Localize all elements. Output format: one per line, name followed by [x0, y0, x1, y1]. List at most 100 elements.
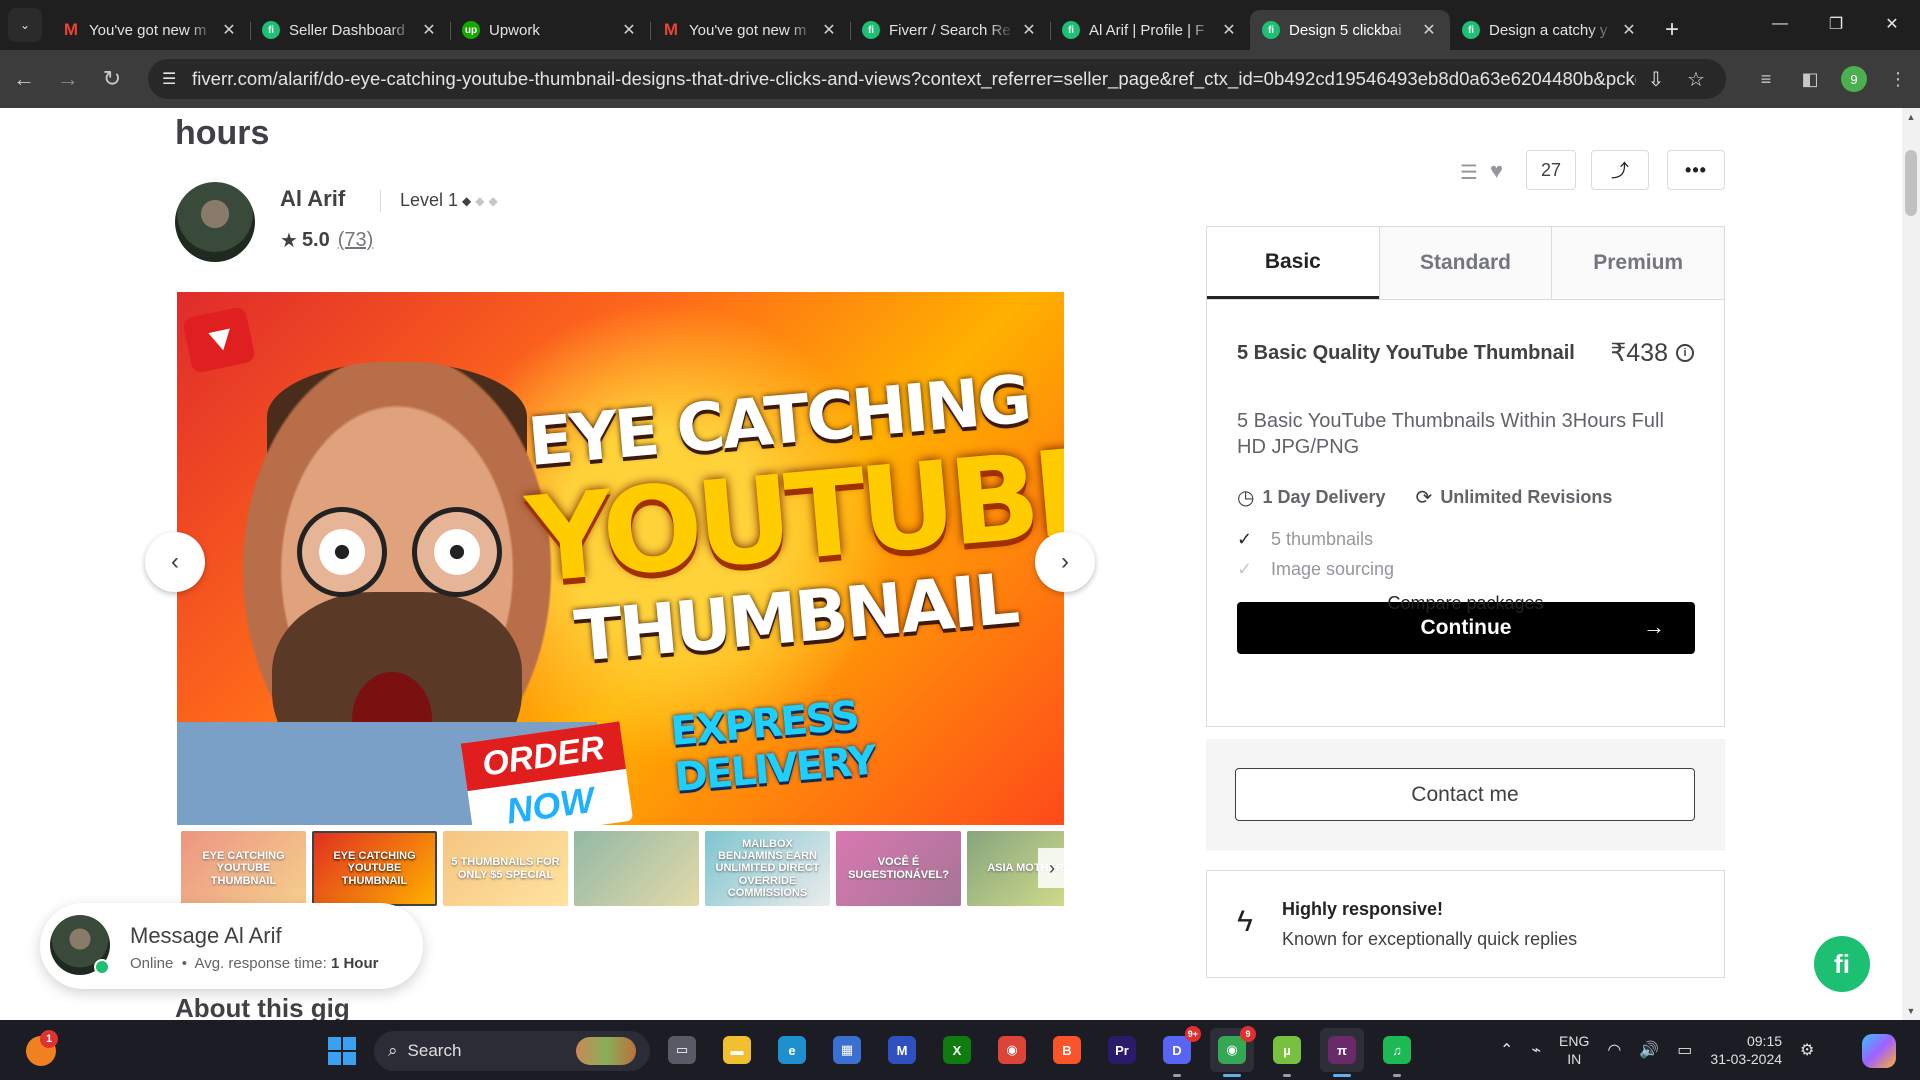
- browser-tab[interactable]: fi Design a catchy y ✕: [1450, 10, 1650, 50]
- wifi-icon[interactable]: ◠: [1607, 1040, 1621, 1060]
- close-tab-icon[interactable]: ✕: [1420, 20, 1438, 40]
- microsoft-store-taskbar-button[interactable]: ▦: [825, 1028, 869, 1072]
- gallery-thumbnail[interactable]: EYE CATCHING YOUTUBE THUMBNAIL: [181, 831, 306, 906]
- clock[interactable]: 09:15 31-03-2024: [1710, 1032, 1782, 1068]
- new-tab-button[interactable]: +: [1654, 10, 1690, 50]
- browser-menu-button[interactable]: ⋮: [1876, 59, 1920, 99]
- app-blue-taskbar-button[interactable]: M: [880, 1028, 924, 1072]
- close-tab-icon[interactable]: ✕: [420, 20, 438, 40]
- minimize-button[interactable]: —: [1752, 0, 1808, 48]
- url-text[interactable]: fiverr.com/alarif/do-eye-catching-youtub…: [192, 68, 1636, 90]
- browser-tab[interactable]: M You've got new m ✕: [50, 10, 250, 50]
- forward-button[interactable]: →: [48, 59, 88, 99]
- spotify-icon: ♫: [1383, 1036, 1411, 1064]
- thumbnails-next-button[interactable]: ›: [1038, 848, 1066, 888]
- scroll-thumb[interactable]: [1905, 150, 1917, 216]
- browser-tab[interactable]: fi Al Arif | Profile | F ✕: [1050, 10, 1250, 50]
- language-indicator[interactable]: ENG IN: [1559, 1032, 1589, 1068]
- gallery-prev-button[interactable]: ‹: [145, 532, 205, 592]
- thumbnail-headline: EYE CATCHING YOUTUBE THUMBNAIL: [516, 360, 1064, 681]
- page-scrollbar[interactable]: ▲ ▼: [1902, 108, 1920, 1020]
- address-bar[interactable]: ☰ fiverr.com/alarif/do-eye-catching-yout…: [148, 59, 1726, 99]
- file-explorer-taskbar-button[interactable]: ▬: [715, 1028, 759, 1072]
- browser-tab[interactable]: fi Seller Dashboard ✕: [250, 10, 450, 50]
- profile-button[interactable]: 9: [1832, 59, 1876, 99]
- search-highlight-image: [576, 1037, 636, 1065]
- task-view-taskbar-button[interactable]: ▭: [660, 1028, 704, 1072]
- package-tab-premium[interactable]: Premium: [1551, 227, 1725, 299]
- start-button[interactable]: [328, 1037, 356, 1065]
- close-window-button[interactable]: ✕: [1864, 0, 1920, 48]
- restore-button[interactable]: ❐: [1808, 0, 1864, 48]
- widgets-button[interactable]: 1: [24, 1030, 60, 1068]
- more-options-button[interactable]: •••: [1667, 150, 1725, 190]
- gallery-thumbnail[interactable]: VOCÊ É SUGESTIONÁVEL?: [836, 831, 961, 906]
- pi-network-taskbar-button[interactable]: π: [1320, 1028, 1364, 1077]
- xbox-icon: X: [943, 1036, 971, 1064]
- tab-search-menu-button[interactable]: ⌄: [8, 8, 42, 42]
- edge-taskbar-button[interactable]: e: [770, 1028, 814, 1072]
- clock-time: 09:15: [1746, 1033, 1783, 1049]
- info-icon[interactable]: i: [1676, 344, 1694, 362]
- media-controls-icon[interactable]: ≡: [1744, 59, 1788, 99]
- tray-overflow-icon[interactable]: ⌃: [1500, 1040, 1513, 1060]
- seller-name-link[interactable]: Al Arif: [280, 186, 345, 212]
- close-tab-icon[interactable]: ✕: [620, 20, 638, 40]
- gig-gallery-image[interactable]: EYE CATCHING YOUTUBE THUMBNAIL EXPRESS D…: [177, 292, 1064, 825]
- close-tab-icon[interactable]: ✕: [1620, 20, 1638, 40]
- close-tab-icon[interactable]: ✕: [220, 20, 238, 40]
- brave-taskbar-button[interactable]: B: [1045, 1028, 1089, 1072]
- heart-icon[interactable]: ♥: [1490, 158, 1503, 184]
- collections-icon[interactable]: ☰: [1460, 160, 1478, 185]
- discord-taskbar-button[interactable]: D 9+: [1155, 1026, 1201, 1077]
- delivery-label: 1 Day Delivery: [1262, 487, 1386, 507]
- contact-me-button[interactable]: Contact me: [1235, 768, 1695, 821]
- copilot-icon[interactable]: [1862, 1034, 1896, 1068]
- taskbar-search[interactable]: ⌕ Search: [374, 1031, 650, 1071]
- package-price: ₹438 i: [1610, 338, 1694, 368]
- gallery-thumbnail[interactable]: EYE CATCHING YOUTUBE THUMBNAIL: [312, 831, 437, 906]
- arrow-left-icon: ←: [13, 66, 35, 91]
- notification-settings-icon[interactable]: ⚙: [1800, 1040, 1814, 1060]
- install-app-icon[interactable]: ⇩: [1636, 67, 1676, 92]
- seller-avatar[interactable]: [175, 182, 255, 262]
- gallery-thumbnail[interactable]: MAILBOX BENJAMINS EARN UNLIMITED DIRECT …: [705, 831, 830, 906]
- compare-packages-link[interactable]: Compare packages: [1207, 593, 1724, 614]
- file-explorer-icon: ▬: [723, 1036, 751, 1064]
- gallery-next-button[interactable]: ›: [1035, 532, 1095, 592]
- reload-button[interactable]: ↻: [92, 59, 132, 99]
- gallery-thumbnail[interactable]: [574, 831, 699, 906]
- back-button[interactable]: ←: [4, 59, 44, 99]
- scroll-down-icon[interactable]: ▼: [1906, 1006, 1916, 1016]
- share-button[interactable]: ⤴: [1591, 150, 1649, 190]
- premiere-pro-taskbar-button[interactable]: Pr: [1100, 1028, 1144, 1072]
- fiverr-chat-fab[interactable]: fi: [1814, 936, 1870, 992]
- bookmark-star-icon[interactable]: ☆: [1676, 67, 1716, 92]
- close-tab-icon[interactable]: ✕: [1020, 20, 1038, 40]
- utorrent-taskbar-button[interactable]: µ: [1265, 1028, 1309, 1077]
- close-tab-icon[interactable]: ✕: [820, 20, 838, 40]
- side-panel-icon[interactable]: ◧: [1788, 59, 1832, 99]
- battery-icon[interactable]: ▭: [1677, 1040, 1692, 1060]
- spotify-taskbar-button[interactable]: ♫: [1375, 1028, 1419, 1077]
- xbox-taskbar-button[interactable]: X: [935, 1028, 979, 1072]
- gallery-thumbnail[interactable]: 5 THUMBNAILS FOR ONLY $5 SPECIAL: [443, 831, 568, 906]
- seller-level-label: Level 1: [400, 190, 459, 210]
- network-status-icon[interactable]: ⌁: [1531, 1040, 1541, 1060]
- package-tab-basic[interactable]: Basic: [1207, 227, 1379, 299]
- scroll-up-icon[interactable]: ▲: [1906, 112, 1916, 122]
- site-info-icon[interactable]: ☰: [162, 69, 192, 89]
- gmail-icon: M: [663, 20, 679, 39]
- browser-tab[interactable]: M You've got new m ✕: [650, 10, 850, 50]
- chrome-profile-taskbar-button[interactable]: ◉ 9: [1210, 1026, 1256, 1077]
- browser-tab[interactable]: fi Design 5 clickbai ✕: [1250, 10, 1450, 50]
- message-seller-card[interactable]: Message Al Arif Online • Avg. response t…: [40, 903, 423, 989]
- chrome-taskbar-button[interactable]: ◉: [990, 1028, 1034, 1072]
- close-tab-icon[interactable]: ✕: [1220, 20, 1238, 40]
- browser-tab[interactable]: fi Fiverr / Search Re ✕: [850, 10, 1050, 50]
- review-count-link[interactable]: (73): [338, 229, 374, 252]
- volume-icon[interactable]: 🔊: [1639, 1040, 1659, 1060]
- package-tab-standard[interactable]: Standard: [1378, 227, 1552, 299]
- browser-tab[interactable]: up Upwork ✕: [450, 10, 650, 50]
- revisions-label: Unlimited Revisions: [1440, 487, 1613, 507]
